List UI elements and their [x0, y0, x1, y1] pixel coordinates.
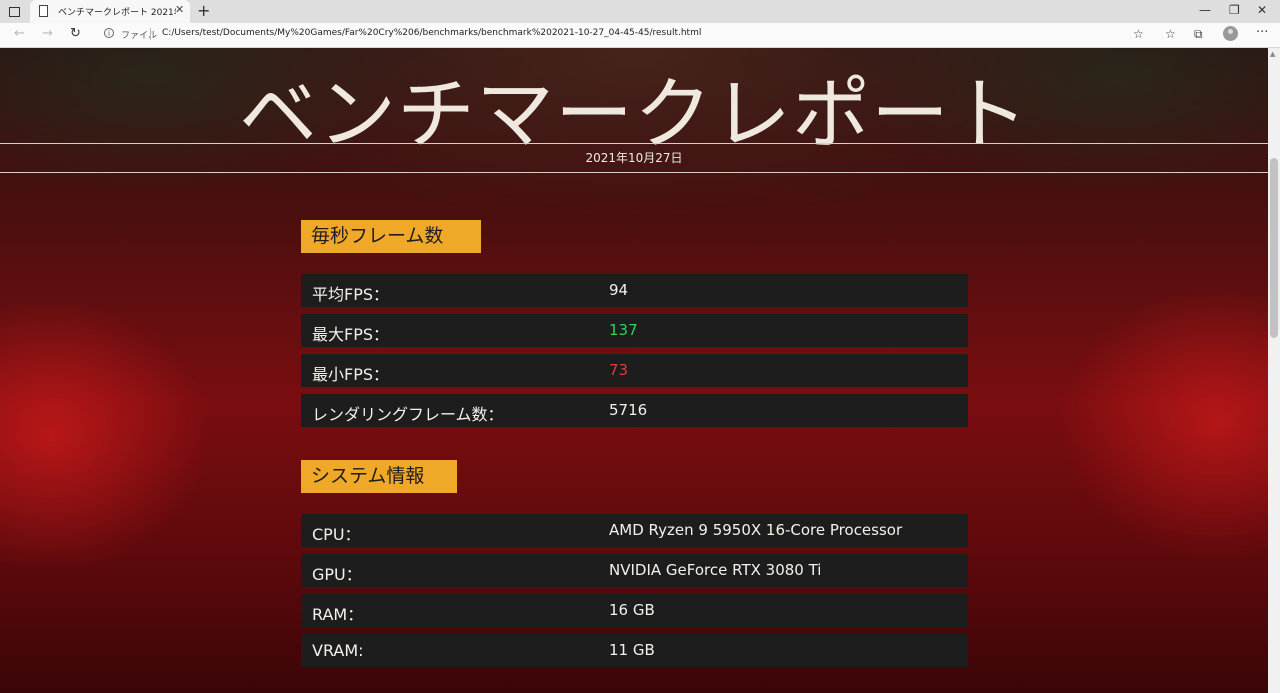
row-value: AMD Ryzen 9 5950X 16-Core Processor: [609, 521, 903, 539]
scroll-thumb[interactable]: [1270, 158, 1278, 338]
row-value: 11 GB: [609, 641, 655, 659]
forward-icon[interactable]: →: [42, 26, 53, 41]
report-date: 2021年10月27日: [585, 151, 683, 165]
row-label: CPU：: [312, 525, 361, 544]
scroll-up-icon[interactable]: ▲: [1270, 50, 1275, 58]
row-label: 最小FPS：: [312, 365, 390, 384]
row-value: NVIDIA GeForce RTX 3080 Ti: [609, 561, 822, 579]
system-row-cpu: CPU： AMD Ryzen 9 5950X 16-Core Processor: [301, 514, 968, 547]
more-options-icon[interactable]: ···: [1256, 25, 1268, 40]
minimize-icon[interactable]: —: [1199, 3, 1211, 17]
row-label: VRAM:: [312, 641, 364, 660]
back-icon[interactable]: ←: [14, 26, 25, 41]
fps-row-average: 平均FPS： 94: [301, 274, 968, 307]
fps-section-heading: 毎秒フレーム数: [301, 220, 481, 253]
row-value: 73: [609, 361, 629, 379]
navigation-bar: ← → ↻ i ファイル C:/Users/test/Documents/My%…: [0, 23, 1280, 48]
page-title: ベンチマークレポート: [238, 70, 1029, 160]
system-section-heading: システム情報: [301, 460, 457, 493]
tab-actions-icon[interactable]: [4, 3, 22, 19]
info-icon[interactable]: i: [104, 28, 114, 38]
row-value: 5716: [609, 401, 648, 419]
fps-row-frames: レンダリングフレーム数： 5716: [301, 394, 968, 427]
tab-title: ベンチマークレポート 2021年10月27日: [58, 8, 176, 18]
file-label: ファイル: [121, 31, 158, 41]
page-icon: [39, 5, 48, 17]
title-divider-top: [0, 143, 1268, 144]
close-tab-icon[interactable]: ✕: [175, 3, 184, 16]
restore-icon[interactable]: ❐: [1229, 3, 1240, 17]
row-label: RAM：: [312, 605, 364, 624]
system-row-vram: VRAM: 11 GB: [301, 634, 968, 667]
report-page: ベンチマークレポート 2021年10月27日 毎秒フレーム数 平均FPS： 94…: [0, 48, 1268, 693]
browser-tab[interactable]: ベンチマークレポート 2021年10月27日 ✕: [30, 0, 190, 23]
fps-row-max: 最大FPS： 137: [301, 314, 968, 347]
row-label: GPU：: [312, 565, 362, 584]
refresh-icon[interactable]: ↻: [70, 26, 81, 41]
add-favorite-icon[interactable]: ☆: [1133, 27, 1144, 41]
new-tab-icon[interactable]: +: [197, 1, 210, 20]
profile-avatar[interactable]: [1223, 26, 1238, 41]
row-label: レンダリングフレーム数：: [312, 405, 504, 424]
row-value: 94: [609, 281, 629, 299]
collections-icon[interactable]: ⧉: [1194, 27, 1203, 42]
system-row-ram: RAM： 16 GB: [301, 594, 968, 627]
address-divider: [150, 28, 151, 40]
system-row-gpu: GPU： NVIDIA GeForce RTX 3080 Ti: [301, 554, 968, 587]
close-window-icon[interactable]: ✕: [1257, 3, 1267, 17]
fps-row-min: 最小FPS： 73: [301, 354, 968, 387]
row-value: 16 GB: [609, 601, 655, 619]
row-value: 137: [609, 321, 638, 339]
vertical-scrollbar[interactable]: ▲: [1268, 48, 1280, 693]
title-divider-bottom: [0, 172, 1268, 173]
row-label: 最大FPS：: [312, 325, 390, 344]
favorites-icon[interactable]: ☆: [1165, 27, 1176, 41]
url-text[interactable]: C:/Users/test/Documents/My%20Games/Far%2…: [162, 28, 701, 38]
row-label: 平均FPS：: [312, 285, 390, 304]
address-bar[interactable]: i ファイル C:/Users/test/Documents/My%20Game…: [96, 24, 1154, 45]
tab-strip: ベンチマークレポート 2021年10月27日 ✕ + — ❐ ✕: [0, 0, 1280, 23]
